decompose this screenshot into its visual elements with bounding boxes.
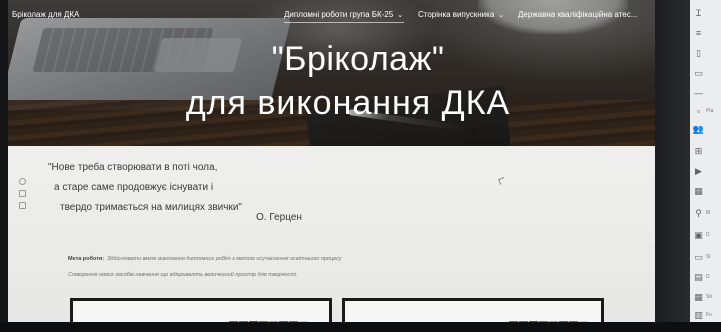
sidebar-item-line-divider[interactable]: — [694,86,718,100]
forms-icon: ▥ [694,309,703,320]
goal-text-block[interactable]: Мета роботи: Здійснювати вміле виконання … [68,251,588,283]
goal-label: Мета роботи: [68,256,105,262]
sidebar-item-carousel[interactable]: ▯ [694,46,718,60]
chevron-down-icon: ⌄ [397,12,404,19]
sidebar-item-sheets[interactable]: ▦ Sh [694,290,718,304]
mouse-cursor [498,177,506,185]
nav-item-label: Державна кваліфікаційна атес... [518,10,638,19]
delete-section-icon[interactable] [18,202,26,209]
site-navigation: Бріколаж для ДКА Дипломні роботи група Б… [8,8,655,24]
monitor-bezel-bottom [0,322,721,332]
duplicate-section-icon[interactable] [18,190,26,197]
nav-item-graduate-page[interactable]: Сторінка випускника ⌄ [418,10,504,19]
content-card[interactable] [342,298,604,322]
goal-line: Створення нових засобів навчання що відк… [68,272,298,278]
nav-item-state-attestation[interactable]: Державна кваліфікаційна атес... [518,10,653,19]
sidebar-item-embed[interactable]: ⊞ [694,144,718,158]
sidebar-item-people[interactable]: 👥 [692,122,718,136]
quote-line: "Нове треба створювати в поті чола, [48,162,218,173]
quote-author: О. Герцен [256,212,302,223]
docs-icon: ▤ [694,271,703,282]
monitor-bezel-left [0,0,8,332]
line-divider-icon: — [694,87,703,98]
youtube-icon: ▶ [695,165,702,176]
carousel-icon: ▯ [696,47,701,58]
text-box-icon: Ɪ [695,7,701,18]
hero-banner: Бріколаж для ДКА Дипломні роботи група Б… [8,0,655,146]
sidebar-item-button[interactable]: ▭ [694,66,718,80]
map-icon: ⚲ [695,207,702,218]
sheets-icon: ▦ [694,291,703,302]
sidebar-item-calendar[interactable]: ▦ [694,184,718,198]
hero-subtitle: для виконання ДКА [185,84,511,122]
sidebar-item-docs[interactable]: ▤ D [694,270,718,284]
window-gap [655,0,690,322]
nav-active-indicator [284,22,404,23]
divider-icon: ≡ [695,27,702,38]
sidebar-item-slides[interactable]: ▭ Sl [694,250,718,264]
quote-line: твердо тримається на милицях звички" [60,202,242,213]
content-card[interactable] [70,298,332,322]
sidebar-item-divider[interactable]: ≡ [694,26,718,40]
goal-line: Мета роботи: Здійснювати вміле виконання … [68,251,588,267]
drive-icon: ▣ [694,229,703,240]
insert-sidebar: Ɪ ≡ ▯ ▭ — ▫ Pla 👥 ⊞ ▶ ▦ ⚲ M ▣ D ▭ Sl ▤ D ▦ Sh … [690,0,721,322]
nav-item-label: Дипломні роботи група БК-25 [284,10,394,19]
people-icon: 👥 [692,123,705,134]
button-icon: ▭ [694,67,703,78]
section-style-icon[interactable] [18,178,26,185]
sidebar-item-forms[interactable]: ▥ Fo [694,308,718,322]
sidebar-item-drive[interactable]: ▣ D [694,228,718,242]
placeholder-icon: ▫ [696,105,701,116]
site-name-link[interactable]: Бріколаж для ДКА [12,10,79,19]
embed-icon: ⊞ [694,145,703,156]
goal-text: Здійснювати вміле виконання дипломних ро… [107,256,342,262]
chevron-down-icon: ⌄ [498,12,505,19]
sidebar-item-text-box[interactable]: Ɪ [694,6,718,20]
section-edit-toolbar [17,178,27,209]
site-canvas: Бріколаж для ДКА Дипломні роботи група Б… [8,0,655,322]
nav-item-diploma-works[interactable]: Дипломні роботи група БК-25 ⌄ [284,10,403,19]
slides-icon: ▭ [694,251,703,262]
hero-title: "Бріколаж" [271,40,445,78]
sidebar-item-youtube[interactable]: ▶ [694,164,718,178]
quote-line: а старе саме продовжує існувати і [54,182,214,193]
calendar-icon: ▦ [694,185,703,196]
nav-item-label: Сторінка випускника [418,10,495,19]
quote-block[interactable]: "Нове треба створювати в поті чола, а ст… [48,158,348,218]
sidebar-item-map[interactable]: ⚲ M [694,206,718,220]
sidebar-item-placeholder[interactable]: ▫ Pla [694,104,718,118]
